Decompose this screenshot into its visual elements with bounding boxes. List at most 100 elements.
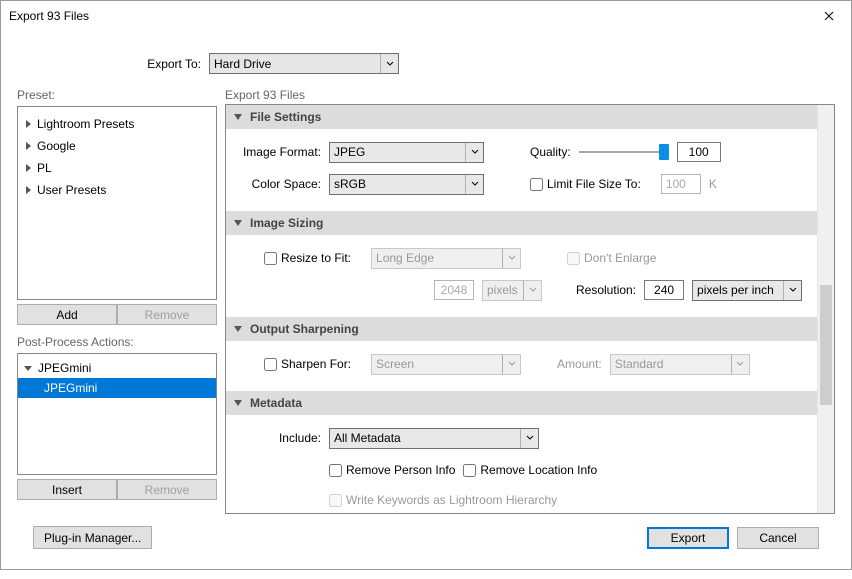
- amount-label: Amount:: [557, 357, 602, 371]
- body: Preset: Lightroom Presets Google PL User…: [17, 88, 835, 514]
- window-title: Export 93 Files: [9, 9, 89, 23]
- sharpen-checkbox[interactable]: Sharpen For:: [264, 357, 351, 371]
- add-preset-button[interactable]: Add: [17, 304, 117, 325]
- ppa-item-label: JPEGmini: [44, 381, 97, 395]
- amount-select[interactable]: Standard: [610, 354, 750, 375]
- limit-size-input[interactable]: [661, 174, 701, 194]
- image-sizing-body: Resize to Fit: Long Edge Don't Enlarge: [226, 235, 817, 317]
- preset-label-text: PL: [37, 161, 52, 175]
- section-title: Output Sharpening: [250, 322, 359, 336]
- sharpening-header[interactable]: Output Sharpening: [226, 317, 817, 341]
- preset-label-text: User Presets: [37, 183, 106, 197]
- titlebar: Export 93 Files: [1, 1, 851, 31]
- resolution-unit-select[interactable]: pixels per inch: [692, 280, 802, 301]
- scrollbar[interactable]: [817, 105, 834, 513]
- remove-preset-button[interactable]: Remove: [117, 304, 217, 325]
- quality-slider[interactable]: [579, 151, 669, 153]
- collapse-icon: [234, 400, 242, 406]
- ppa-buttons: Insert Remove: [17, 479, 217, 500]
- preset-buttons: Add Remove: [17, 304, 217, 325]
- metadata-header[interactable]: Metadata: [226, 391, 817, 415]
- color-space-select[interactable]: sRGB: [329, 174, 484, 195]
- dont-enlarge-checkbox[interactable]: Don't Enlarge: [567, 251, 656, 265]
- metadata-body: Include: All Metadata Remove Person Info…: [226, 415, 817, 513]
- export-to-row: Export To: Hard Drive: [17, 53, 835, 74]
- content: Export To: Hard Drive Preset: Lightroom …: [1, 31, 851, 579]
- include-select[interactable]: All Metadata: [329, 428, 539, 449]
- dimension-input[interactable]: [434, 280, 474, 300]
- expand-icon: [26, 120, 31, 128]
- chevron-down-icon: [783, 281, 801, 300]
- image-format-label: Image Format:: [236, 145, 321, 159]
- remove-ppa-button[interactable]: Remove: [117, 479, 217, 500]
- limit-filesize-checkbox[interactable]: Limit File Size To:: [530, 177, 641, 191]
- resize-mode-select[interactable]: Long Edge: [371, 248, 521, 269]
- resize-checkbox[interactable]: Resize to Fit:: [264, 251, 351, 265]
- write-keywords-checkbox[interactable]: Write Keywords as Lightroom Hierarchy: [329, 493, 557, 507]
- sharpen-for-select[interactable]: Screen: [371, 354, 521, 375]
- right-column: Export 93 Files File Settings Image Form…: [225, 88, 835, 514]
- dimension-unit-select[interactable]: pixels: [482, 280, 542, 301]
- image-format-select[interactable]: JPEG: [329, 142, 484, 163]
- collapse-icon: [24, 366, 32, 371]
- section-title: Image Sizing: [250, 216, 323, 230]
- insert-ppa-button[interactable]: Insert: [17, 479, 117, 500]
- remove-location-checkbox[interactable]: Remove Location Info: [463, 463, 597, 477]
- cancel-button[interactable]: Cancel: [737, 527, 819, 549]
- ppa-group[interactable]: JPEGmini: [18, 358, 216, 378]
- close-button[interactable]: [806, 1, 851, 31]
- limit-unit: K: [709, 177, 717, 191]
- chevron-down-icon: [380, 54, 398, 73]
- ppa-label: Post-Process Actions:: [17, 335, 217, 349]
- preset-item[interactable]: User Presets: [18, 179, 216, 201]
- chevron-down-icon: [502, 355, 520, 374]
- footer-right: Export Cancel: [647, 527, 819, 549]
- plugin-manager-button[interactable]: Plug-in Manager...: [33, 526, 152, 549]
- ppa-group-label: JPEGmini: [38, 361, 91, 375]
- chevron-down-icon: [465, 143, 483, 162]
- file-settings-body: Image Format: JPEG Quality:: [226, 129, 817, 211]
- include-label: Include:: [236, 431, 321, 445]
- section-title: File Settings: [250, 110, 321, 124]
- preset-label: Preset:: [17, 88, 217, 102]
- export-button[interactable]: Export: [647, 527, 729, 549]
- scrollbar-thumb[interactable]: [820, 285, 832, 405]
- close-icon: [824, 11, 834, 21]
- chevron-down-icon: [520, 429, 538, 448]
- section-title: Metadata: [250, 396, 302, 410]
- preset-item[interactable]: Google: [18, 135, 216, 157]
- left-column: Preset: Lightroom Presets Google PL User…: [17, 88, 217, 514]
- chevron-down-icon: [523, 281, 541, 300]
- color-space-label: Color Space:: [236, 177, 321, 191]
- ppa-item[interactable]: JPEGmini: [18, 378, 216, 398]
- export-to-value: Hard Drive: [210, 55, 380, 73]
- resolution-label: Resolution:: [576, 283, 636, 297]
- preset-item[interactable]: Lightroom Presets: [18, 113, 216, 135]
- preset-tree[interactable]: Lightroom Presets Google PL User Presets: [17, 106, 217, 300]
- image-sizing-header[interactable]: Image Sizing: [226, 211, 817, 235]
- preset-label-text: Lightroom Presets: [37, 117, 134, 131]
- expand-icon: [26, 186, 31, 194]
- resolution-input[interactable]: [644, 280, 684, 300]
- collapse-icon: [234, 326, 242, 332]
- footer: Plug-in Manager... Export Cancel: [17, 522, 835, 563]
- settings-scroll: File Settings Image Format: JPEG Qualit: [226, 105, 817, 513]
- expand-icon: [26, 142, 31, 150]
- sharpening-body: Sharpen For: Screen Amount:: [226, 341, 817, 391]
- slider-thumb[interactable]: [659, 144, 669, 160]
- remove-person-checkbox[interactable]: Remove Person Info: [329, 463, 455, 477]
- chevron-down-icon: [502, 249, 520, 268]
- settings-panel: File Settings Image Format: JPEG Qualit: [225, 104, 835, 514]
- preset-label-text: Google: [37, 139, 76, 153]
- chevron-down-icon: [465, 175, 483, 194]
- quality-input[interactable]: [677, 142, 721, 162]
- ppa-list[interactable]: JPEGmini JPEGmini: [17, 353, 217, 475]
- expand-icon: [26, 164, 31, 172]
- export-to-select[interactable]: Hard Drive: [209, 53, 399, 74]
- preset-item[interactable]: PL: [18, 157, 216, 179]
- export-dialog: Export 93 Files Export To: Hard Drive Pr…: [0, 0, 852, 570]
- collapse-icon: [234, 220, 242, 226]
- main-title: Export 93 Files: [225, 88, 835, 102]
- chevron-down-icon: [731, 355, 749, 374]
- file-settings-header[interactable]: File Settings: [226, 105, 817, 129]
